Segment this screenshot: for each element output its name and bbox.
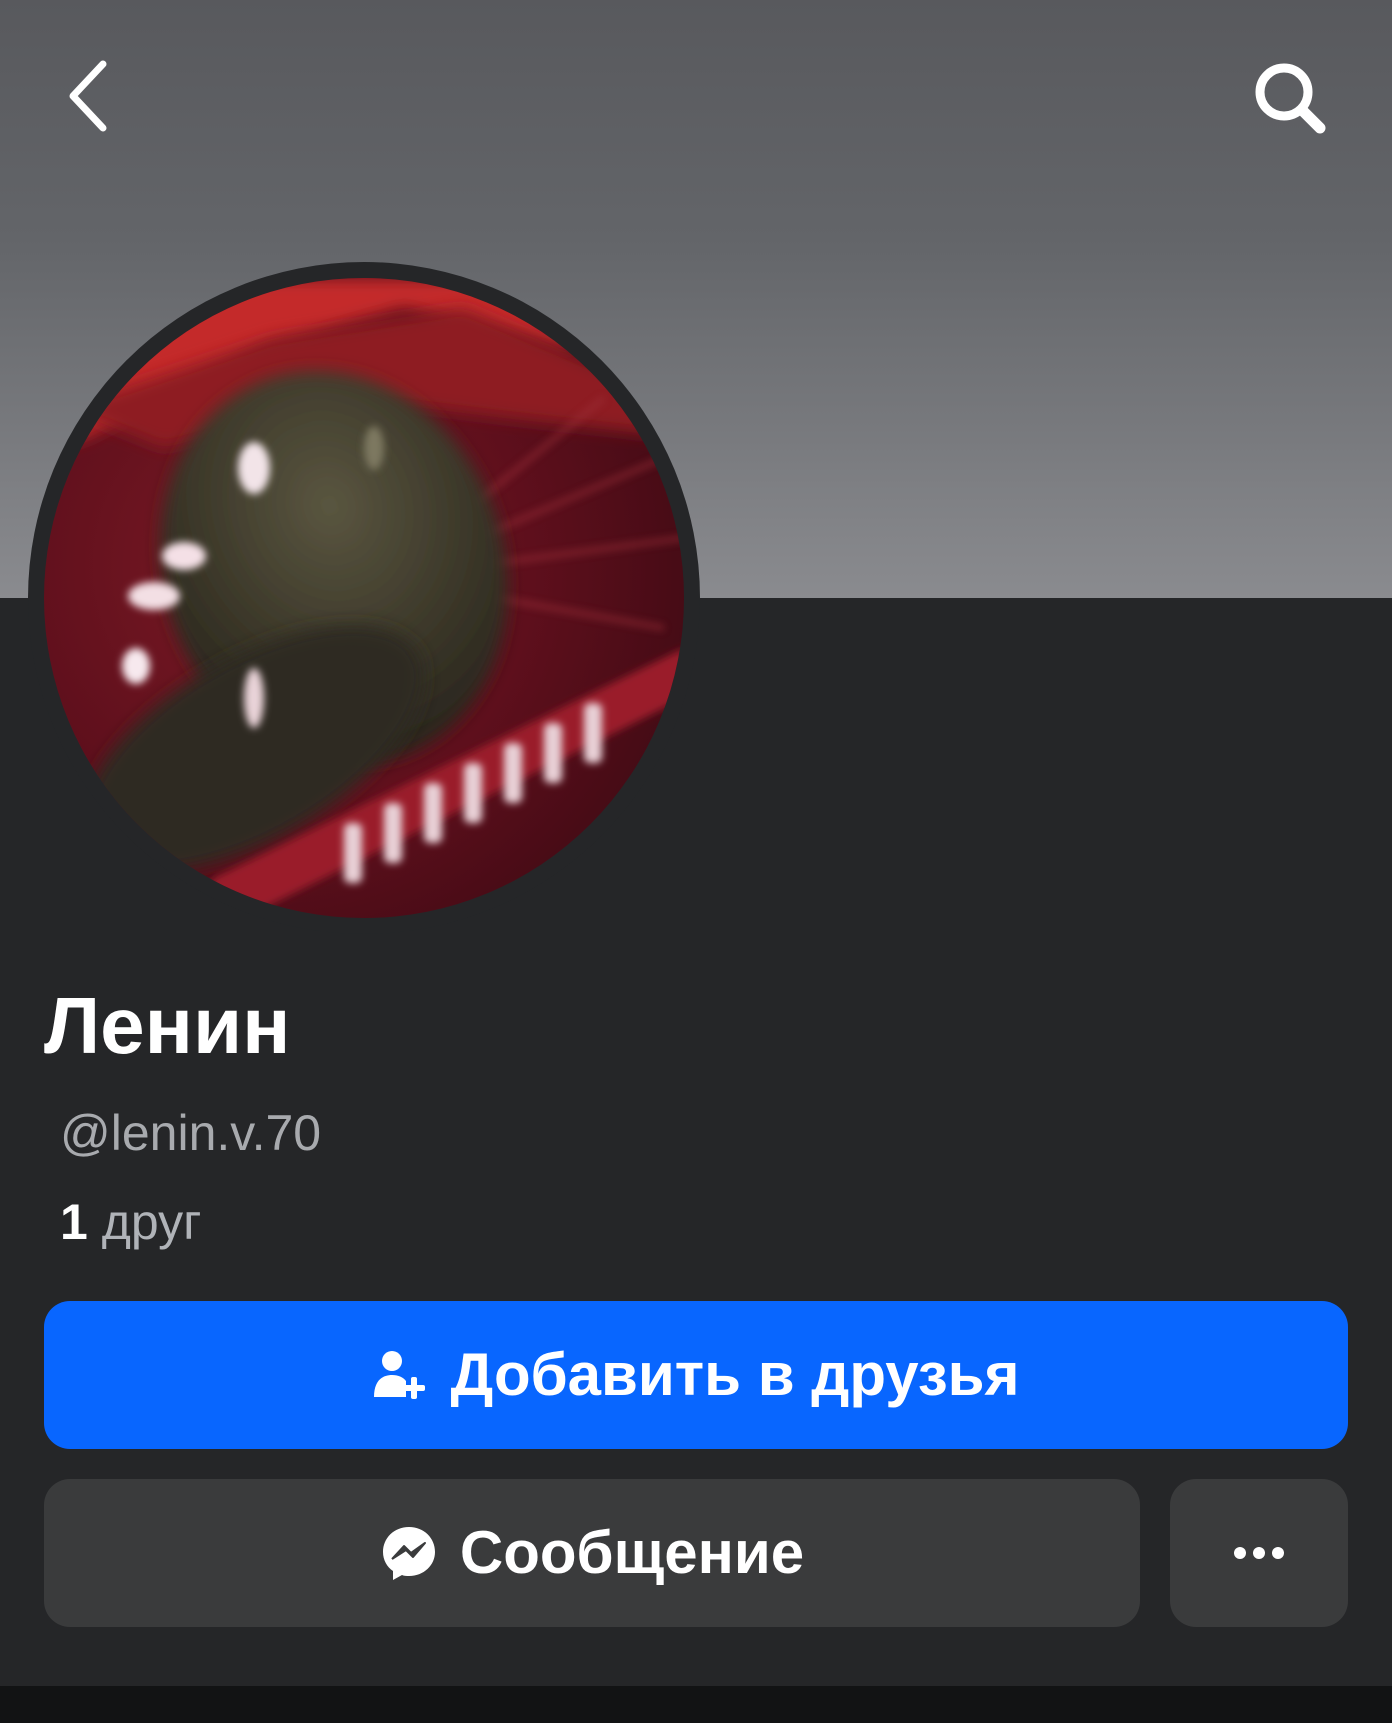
add-friend-label: Добавить в друзья <box>450 1341 1020 1408</box>
add-person-icon <box>372 1347 428 1403</box>
search-button[interactable] <box>1244 52 1336 144</box>
message-button[interactable]: Сообщение <box>44 1479 1140 1627</box>
friends-count-number: 1 <box>60 1194 88 1250</box>
back-button[interactable] <box>48 50 128 142</box>
messenger-icon <box>380 1524 438 1582</box>
profile-name: Ленин <box>44 981 291 1070</box>
avatar-image <box>44 278 684 918</box>
friends-count[interactable]: 1 друг <box>60 1192 201 1252</box>
message-label: Сообщение <box>459 1519 805 1586</box>
add-friend-button[interactable]: Добавить в друзья <box>44 1301 1348 1449</box>
profile-page: Ленин @lenin.v.70 1 друг Добавить в друз… <box>0 0 1392 1723</box>
avatar[interactable] <box>44 278 684 918</box>
friends-count-label: друг <box>101 1194 202 1250</box>
profile-handle: @lenin.v.70 <box>60 1105 322 1161</box>
search-icon <box>1255 63 1326 134</box>
section-divider <box>0 1686 1392 1723</box>
chevron-left-icon <box>69 60 107 132</box>
more-dots-icon <box>1234 1547 1284 1559</box>
more-options-button[interactable] <box>1170 1479 1348 1627</box>
